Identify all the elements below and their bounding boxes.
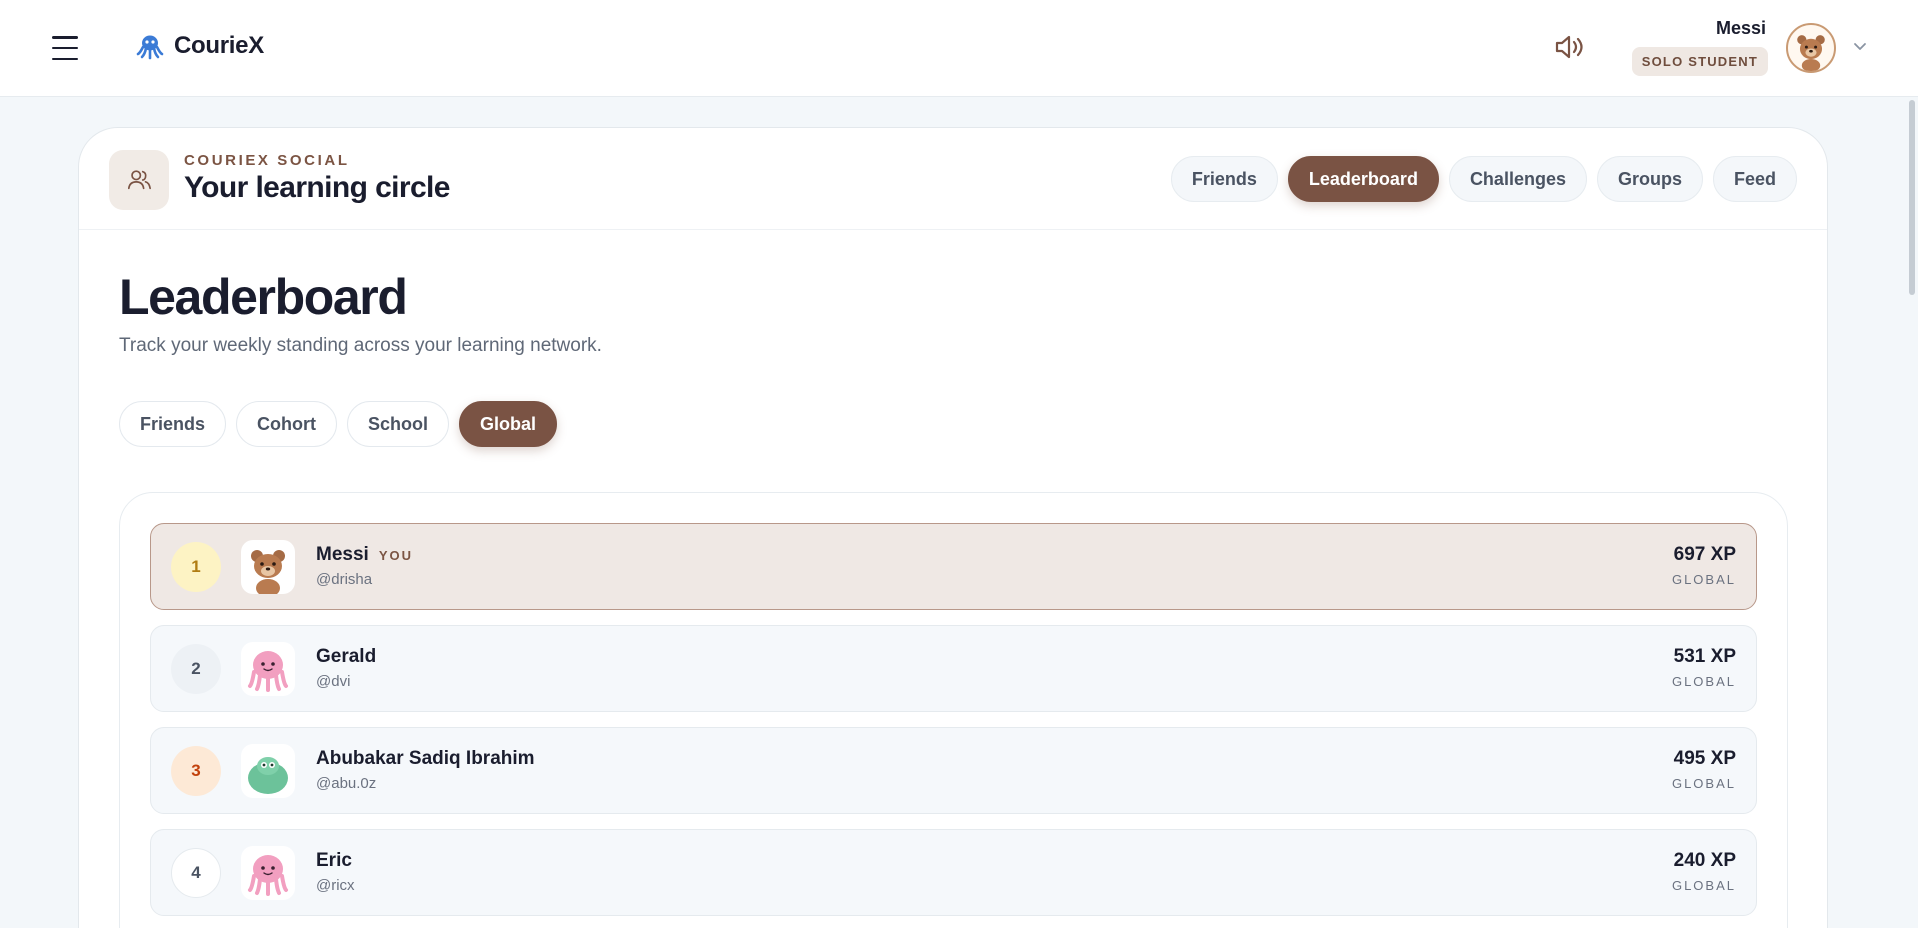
filter-cohort[interactable]: Cohort: [236, 401, 337, 447]
page-title: Leaderboard: [119, 269, 408, 325]
leaderboard-list: 1 Messi YOU @drisha 697 XP GLOBAL 2 Gera…: [119, 492, 1788, 928]
row-scope: GLOBAL: [1671, 674, 1736, 689]
user-info: Messi SOLO STUDENT: [1631, 18, 1768, 76]
row-handle: @drisha: [316, 571, 373, 588]
row-handle: @abu.0z: [316, 775, 377, 792]
row-handle: @dvi: [316, 673, 351, 690]
filter-school[interactable]: School: [347, 401, 450, 447]
filter-friends[interactable]: Friends: [119, 401, 227, 447]
user-avatar[interactable]: [1786, 23, 1836, 73]
tab-leaderboard[interactable]: Leaderboard: [1287, 156, 1439, 202]
row-name-text: Abubakar Sadiq Ibrahim: [316, 748, 535, 769]
tab-challenges[interactable]: Challenges: [1448, 156, 1587, 202]
row-scope: GLOBAL: [1671, 776, 1736, 791]
row-xp: 495 XP: [1673, 748, 1736, 769]
leaderboard-row[interactable]: 4 Eric @ricx 240 XP GLOBAL: [150, 829, 1757, 916]
bear-avatar-icon: [1797, 35, 1825, 71]
pink-octopus-avatar-icon: [241, 642, 295, 696]
leaderboard-row[interactable]: 1 Messi YOU @drisha 697 XP GLOBAL: [150, 523, 1757, 610]
row-name-text: Eric: [316, 850, 352, 871]
user-name: Messi: [1715, 18, 1766, 38]
row-name: Messi YOU: [316, 544, 413, 566]
leaderboard-row[interactable]: 2 Gerald @dvi 531 XP GLOBAL: [150, 625, 1757, 712]
row-name: Gerald: [316, 646, 376, 668]
row-name-text: Messi: [316, 544, 369, 565]
rank-badge: 3: [171, 746, 221, 796]
tab-friends[interactable]: Friends: [1170, 156, 1278, 202]
chevron-down-icon[interactable]: [1852, 40, 1868, 52]
row-scope: GLOBAL: [1671, 572, 1736, 587]
hamburger-menu-icon[interactable]: [48, 34, 82, 62]
scope-filter-tabs: Friends Cohort School Global: [119, 401, 558, 447]
row-name: Abubakar Sadiq Ibrahim: [316, 748, 535, 770]
social-tabs: Friends Leaderboard Challenges Groups Fe…: [1170, 156, 1797, 202]
row-xp: 697 XP: [1673, 544, 1736, 565]
leaderboard-row[interactable]: 3 Abubakar Sadiq Ibrahim @abu.0z 495 XP …: [150, 727, 1757, 814]
pink-octopus-avatar-icon: [241, 846, 295, 900]
people-icon: [109, 150, 169, 210]
row-name: Eric: [316, 850, 352, 872]
tab-feed[interactable]: Feed: [1712, 156, 1797, 202]
tab-groups[interactable]: Groups: [1596, 156, 1703, 202]
rank-badge: 4: [171, 848, 221, 898]
green-blob-avatar-icon: [241, 744, 295, 798]
section-kicker: COURIEX SOCIAL: [184, 152, 350, 169]
bear-avatar-icon: [241, 540, 295, 594]
rank-badge: 2: [171, 644, 221, 694]
row-name-text: Gerald: [316, 646, 377, 667]
filter-global[interactable]: Global: [459, 401, 558, 447]
top-bar: CourieX Messi SOLO STUDENT: [0, 0, 1918, 97]
row-scope: GLOBAL: [1671, 878, 1736, 893]
octopus-logo-icon: [136, 35, 164, 60]
speaker-icon[interactable]: [1554, 33, 1586, 61]
role-badge: SOLO STUDENT: [1631, 47, 1768, 76]
section-title: Your learning circle: [184, 171, 450, 204]
row-xp: 240 XP: [1673, 850, 1736, 871]
page-subtitle: Track your weekly standing across your l…: [119, 335, 602, 356]
row-handle: @ricx: [316, 877, 355, 894]
rank-badge: 1: [171, 542, 221, 592]
social-header: COURIEX SOCIAL Your learning circle Frie…: [79, 128, 1827, 230]
scrollbar-thumb[interactable]: [1909, 100, 1915, 295]
app-name: CourieX: [174, 32, 264, 59]
row-xp: 531 XP: [1673, 646, 1736, 667]
app-logo[interactable]: CourieX: [136, 32, 264, 60]
you-tag: YOU: [378, 548, 413, 563]
social-card: COURIEX SOCIAL Your learning circle Frie…: [78, 127, 1828, 928]
